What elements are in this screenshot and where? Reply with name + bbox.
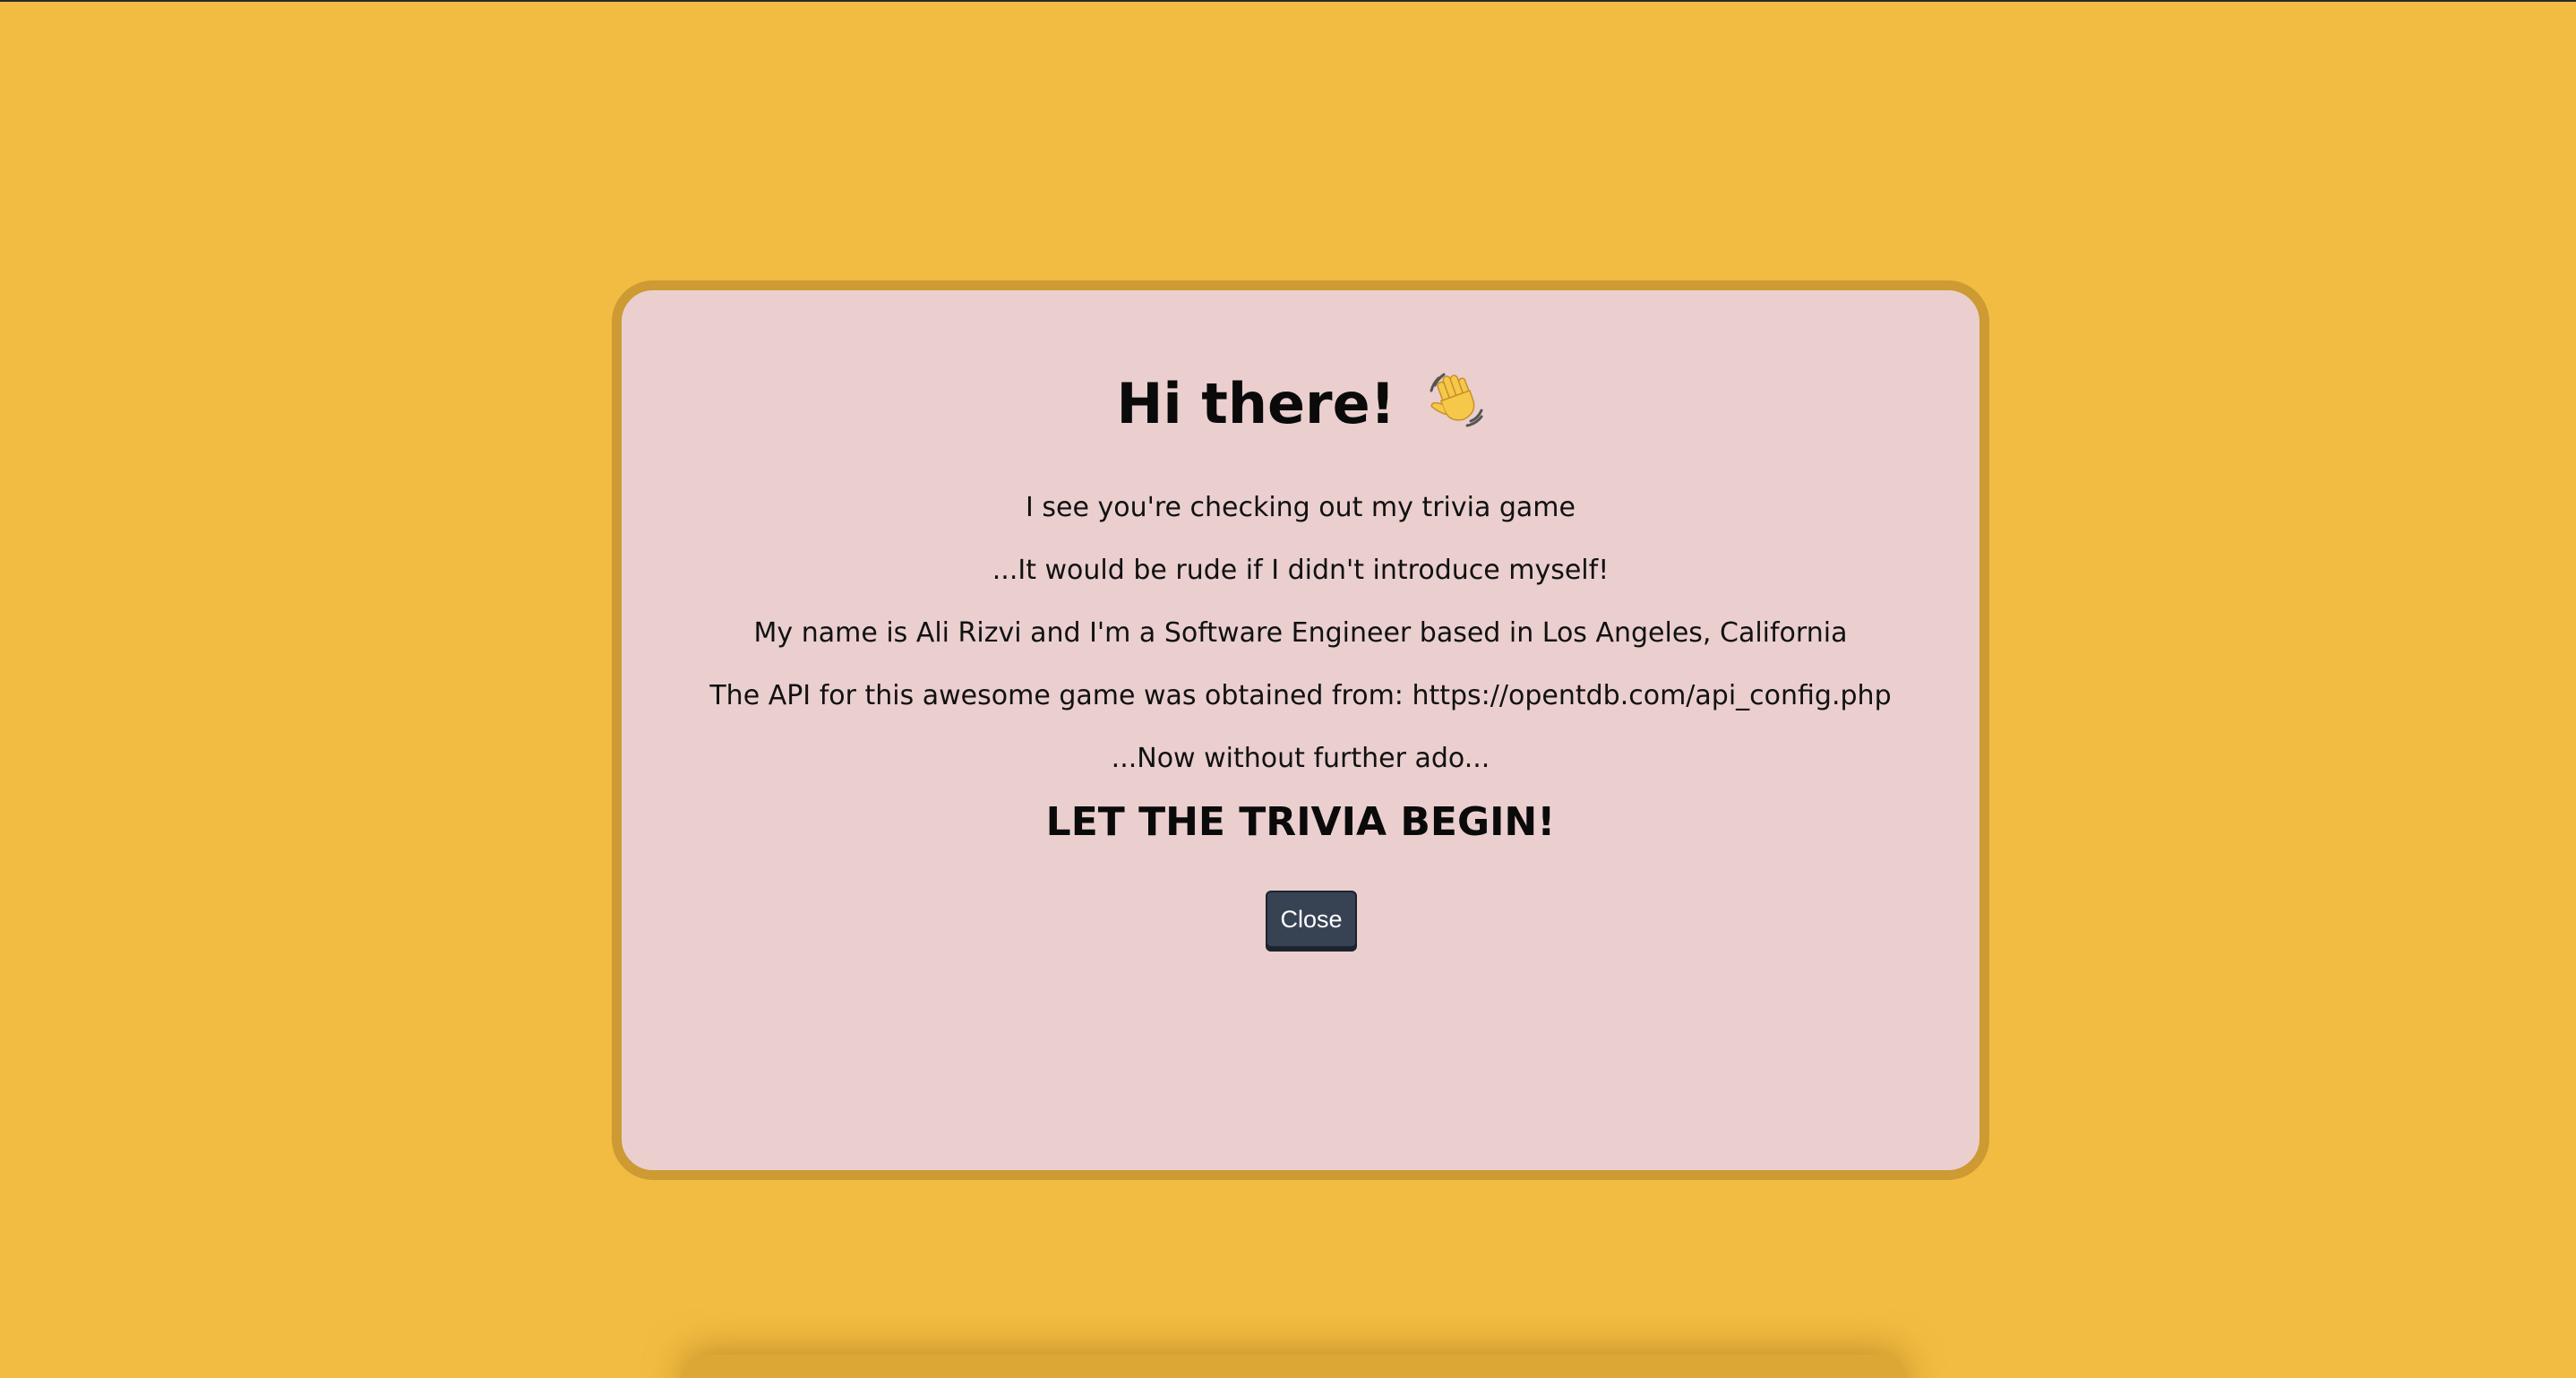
welcome-modal: Hi there! I see you're checking out my t… — [612, 280, 1989, 1180]
partially-visible-card-shadow — [681, 1355, 1908, 1378]
waving-hand-icon — [1426, 369, 1485, 428]
close-button[interactable]: Close — [1266, 891, 1357, 948]
intro-line: ...It would be rude if I didn't introduc… — [992, 555, 1610, 586]
intro-text: I see you're checking out my trivia game… — [622, 477, 1979, 790]
intro-line: My name is Ali Rizvi and I'm a Software … — [753, 617, 1848, 649]
modal-title-text: Hi there! — [1116, 371, 1395, 436]
begin-heading: LET THE TRIVIA BEGIN! — [1045, 799, 1556, 845]
intro-line: ...Now without further ado... — [1111, 743, 1490, 774]
intro-line: I see you're checking out my trivia game — [1026, 492, 1576, 523]
page-background: { "modal": { "title": "Hi there!", "titl… — [0, 0, 2576, 1378]
modal-title: Hi there! — [622, 369, 1979, 435]
api-source-line: The API for this awesome game was obtain… — [709, 680, 1892, 711]
